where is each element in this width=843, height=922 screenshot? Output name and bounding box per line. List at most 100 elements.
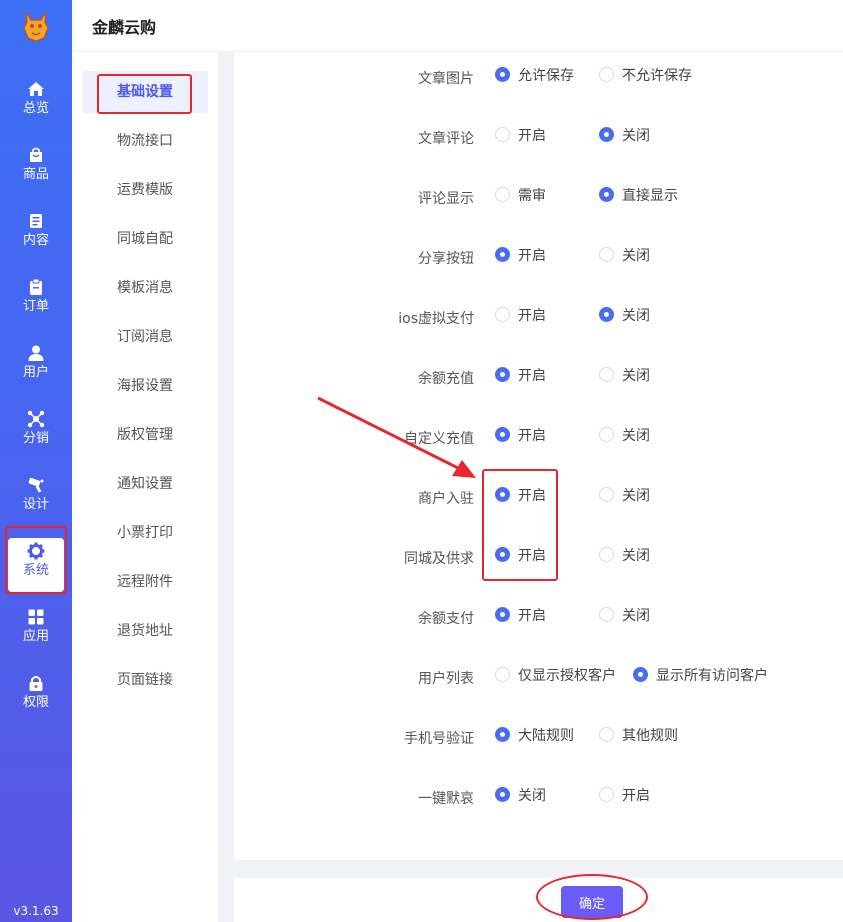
setting-row: 用户列表 仅显示授权客户 显示所有访问客户: [234, 652, 843, 687]
submenu-item-7[interactable]: 版权管理: [82, 414, 208, 456]
setting-row: 自定义充值 开启 关闭: [234, 412, 843, 447]
radio-option-label: 关闭: [622, 128, 650, 144]
radio-option[interactable]: 关闭: [599, 365, 650, 385]
submenu-item-4[interactable]: 模板消息: [82, 267, 208, 309]
submenu-item-12[interactable]: 页面链接: [82, 659, 208, 701]
radio-option[interactable]: 关闭: [495, 785, 546, 805]
nav-item-label: 内容: [22, 233, 49, 248]
radio-checked-icon[interactable]: [633, 667, 648, 682]
radio-option[interactable]: 直接显示: [599, 185, 678, 205]
radio-option[interactable]: 关闭: [599, 125, 650, 145]
radio-checked-icon[interactable]: [495, 247, 510, 262]
radio-option[interactable]: 开启: [495, 125, 546, 145]
radio-option[interactable]: 开启: [599, 785, 650, 805]
radio-option[interactable]: 开启: [495, 365, 546, 385]
radio-option[interactable]: 需审: [495, 185, 546, 205]
radio-option[interactable]: 关闭: [599, 485, 650, 505]
nav-item-label: 设计: [22, 497, 49, 512]
radio-unchecked-icon[interactable]: [599, 547, 614, 562]
radio-option[interactable]: 显示所有访问客户: [633, 665, 768, 685]
radio-checked-icon[interactable]: [495, 607, 510, 622]
nav-item-0[interactable]: 总览: [0, 76, 72, 130]
radio-checked-icon[interactable]: [495, 727, 510, 742]
submenu-item-10[interactable]: 远程附件: [82, 561, 208, 603]
nav-item-7[interactable]: 系统: [8, 538, 64, 592]
confirm-button[interactable]: 确定: [561, 886, 623, 918]
setting-row: 余额支付 开启 关闭: [234, 592, 843, 627]
radio-option-label: 开启: [518, 368, 546, 384]
radio-unchecked-icon[interactable]: [599, 487, 614, 502]
radio-option[interactable]: 开启: [495, 485, 546, 505]
setting-row: 商户入驻 开启 关闭: [234, 472, 843, 507]
radio-option[interactable]: 关闭: [599, 245, 650, 265]
radio-option[interactable]: 仅显示授权客户: [495, 665, 616, 685]
radio-checked-icon[interactable]: [495, 427, 510, 442]
setting-row: ios虚拟支付 开启 关闭: [234, 292, 843, 327]
radio-unchecked-icon[interactable]: [495, 187, 510, 202]
radio-unchecked-icon[interactable]: [495, 307, 510, 322]
setting-label: 评论显示: [418, 191, 474, 207]
radio-unchecked-icon[interactable]: [495, 127, 510, 142]
nav-item-3[interactable]: 订单: [0, 274, 72, 328]
radio-option[interactable]: 开启: [495, 425, 546, 445]
radio-option-label: 开启: [518, 608, 546, 624]
radio-option[interactable]: 开启: [495, 245, 546, 265]
radio-checked-icon[interactable]: [599, 307, 614, 322]
radio-checked-icon[interactable]: [599, 187, 614, 202]
radio-unchecked-icon[interactable]: [599, 787, 614, 802]
radio-option[interactable]: 开启: [495, 305, 546, 325]
submenu-item-5[interactable]: 订阅消息: [82, 316, 208, 358]
submenu-item-11[interactable]: 退货地址: [82, 610, 208, 652]
radio-unchecked-icon[interactable]: [599, 67, 614, 82]
radio-option[interactable]: 关闭: [599, 545, 650, 565]
radio-unchecked-icon[interactable]: [599, 727, 614, 742]
submenu-item-3[interactable]: 同城自配: [82, 218, 208, 260]
radio-option[interactable]: 开启: [495, 605, 546, 625]
radio-option[interactable]: 允许保存: [495, 65, 574, 85]
radio-option[interactable]: 开启: [495, 545, 546, 565]
radio-checked-icon[interactable]: [495, 547, 510, 562]
submenu-item-6[interactable]: 海报设置: [82, 365, 208, 407]
nav-item-label: 用户: [22, 365, 49, 380]
radio-unchecked-icon[interactable]: [599, 427, 614, 442]
submenu-item-2[interactable]: 运费模版: [82, 169, 208, 211]
nav-item-8[interactable]: 应用: [0, 604, 72, 658]
radio-unchecked-icon[interactable]: [495, 667, 510, 682]
radio-checked-icon[interactable]: [495, 367, 510, 382]
radio-option[interactable]: 大陆规则: [495, 725, 574, 745]
setting-label: 文章图片: [418, 71, 474, 87]
setting-row: 一键默哀 关闭 开启: [234, 772, 843, 807]
nav-item-1[interactable]: 商品: [0, 142, 72, 196]
radio-checked-icon[interactable]: [599, 127, 614, 142]
radio-option-label: 关闭: [622, 428, 650, 444]
nav-item-4[interactable]: 用户: [0, 340, 72, 394]
radio-unchecked-icon[interactable]: [599, 367, 614, 382]
nav-item-9[interactable]: 权限: [0, 670, 72, 724]
settings-form: 文章图片 允许保存 不允许保存 文章评论 开启 关闭 评论显示 需审 直接显示 分享按钮 开启 关闭 i…: [234, 52, 843, 860]
radio-checked-icon[interactable]: [495, 787, 510, 802]
radio-unchecked-icon[interactable]: [599, 247, 614, 262]
radio-option[interactable]: 不允许保存: [599, 65, 692, 85]
submenu-item-8[interactable]: 通知设置: [82, 463, 208, 505]
nav-item-label: 系统: [22, 563, 49, 578]
radio-option[interactable]: 关闭: [599, 605, 650, 625]
radio-option-label: 关闭: [518, 788, 546, 804]
nav-item-6[interactable]: 设计: [0, 472, 72, 526]
nav-item-5[interactable]: 分销: [0, 406, 72, 460]
submenu-item-1[interactable]: 物流接口: [82, 120, 208, 162]
radio-unchecked-icon[interactable]: [599, 607, 614, 622]
radio-option[interactable]: 关闭: [599, 305, 650, 325]
setting-label: 手机号验证: [404, 731, 474, 747]
radio-option[interactable]: 关闭: [599, 425, 650, 445]
radio-checked-icon[interactable]: [495, 487, 510, 502]
submenu-item-9[interactable]: 小票打印: [82, 512, 208, 554]
setting-label: 一键默哀: [418, 791, 474, 807]
radio-option[interactable]: 其他规则: [599, 725, 678, 745]
radio-checked-icon[interactable]: [495, 67, 510, 82]
submenu-item-0[interactable]: 基础设置: [82, 71, 208, 113]
nav-item-2[interactable]: 内容: [0, 208, 72, 262]
logo-icon: [23, 11, 49, 42]
nav-item-label: 应用: [22, 629, 49, 644]
user-icon: [28, 345, 44, 361]
radio-option-label: 开启: [518, 128, 546, 144]
